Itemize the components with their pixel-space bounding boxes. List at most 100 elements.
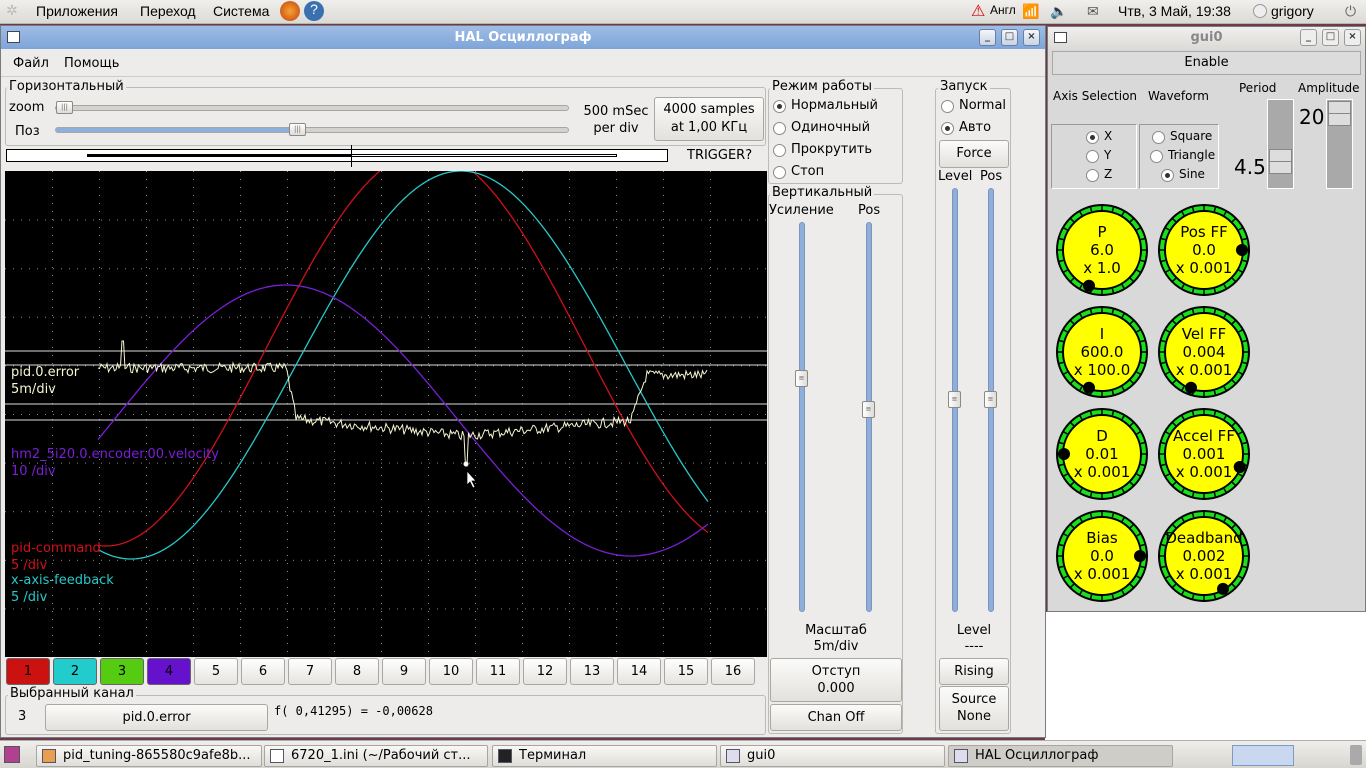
scope-display[interactable] [5,171,767,657]
window-menu-icon[interactable] [7,31,20,43]
channel-button-15[interactable]: 15 [664,658,708,685]
user-name[interactable]: grigory [1271,3,1314,19]
enable-button[interactable]: Enable [1052,51,1361,75]
zoom-slider[interactable]: ||| [55,101,569,114]
grid-dot [213,511,214,513]
knob-i[interactable]: I 600.0 x 100.0 [1055,305,1149,399]
maximize-button[interactable]: □ [1322,29,1339,46]
warning-icon[interactable]: ⚠ [971,1,985,21]
grid-dot [428,475,429,476]
firefox-icon[interactable] [280,1,300,21]
grid-dot [653,462,654,464]
minimize-button[interactable]: _ [979,29,996,46]
keyboard-layout[interactable]: Англ [990,3,1016,17]
power-icon[interactable]: ⏻ [1345,3,1356,20]
run-normal-radio[interactable]: Normal [939,98,1006,113]
menu-places[interactable]: Переход [140,3,196,19]
channel-button-5[interactable]: 5 [194,658,238,685]
workspace-switcher[interactable] [1232,745,1294,766]
channel-button-11[interactable]: 11 [476,658,520,685]
close-button[interactable]: × [1344,29,1361,46]
run-auto-radio[interactable]: Авто [939,120,991,135]
channel-button-12[interactable]: 12 [523,658,567,685]
mail-icon[interactable]: ✉ [1087,3,1099,20]
grid-dot [389,462,390,464]
channel-button-2[interactable]: 2 [53,658,97,685]
waveform-square-radio[interactable]: Square [1150,129,1212,144]
help-icon[interactable]: ? [304,1,324,21]
grid-dot [616,475,617,476]
trigger-source-button[interactable]: Source None [939,686,1009,731]
channel-button-8[interactable]: 8 [335,658,379,685]
close-button[interactable]: × [1023,29,1040,46]
channel-button-1[interactable]: 1 [6,658,50,685]
trash-icon[interactable] [1350,745,1362,765]
chan-off-button[interactable]: Chan Off [770,704,902,731]
knob-accel-ff[interactable]: Accel FF 0.001 x 0.001 [1157,407,1251,501]
mode-roll-radio[interactable]: Прокрутить [771,142,872,157]
axis-z-radio[interactable]: Z [1084,167,1112,182]
task-hal-scope[interactable]: HAL Осциллограф [948,745,1173,767]
channel-button-14[interactable]: 14 [617,658,661,685]
grid-dot [629,462,630,464]
menu-help[interactable]: Помощь [64,56,119,71]
channel-button-9[interactable]: 9 [382,658,426,685]
channel-button-4[interactable]: 4 [147,658,191,685]
grid-dot [557,608,558,610]
mode-single-radio[interactable]: Одиночный [771,120,870,135]
knob-d[interactable]: D 0.01 x 0.001 [1055,407,1149,501]
menu-system[interactable]: Система [213,3,269,19]
axis-x-radio[interactable]: X [1084,129,1112,144]
knob-p[interactable]: P 6.0 x 1.0 [1055,203,1149,297]
knob-vel-ff[interactable]: Vel FF 0.004 x 0.001 [1157,305,1251,399]
task-gui0[interactable]: gui0 [720,745,945,767]
rising-button[interactable]: Rising [939,658,1009,685]
amplitude-slider[interactable] [1326,99,1353,189]
grid-dot [277,462,278,464]
samples-button[interactable]: 4000 samples at 1,00 КГц [654,97,764,141]
grid-dot [193,395,194,396]
channel-button-3[interactable]: 3 [100,658,144,685]
clock[interactable]: Чтв, 3 Май, 19:38 [1118,3,1231,19]
task-terminal[interactable]: Терминал [492,745,717,767]
offset-button[interactable]: Отступ 0.000 [770,658,902,702]
channel-button-16[interactable]: 16 [711,658,755,685]
network-icon[interactable]: 📶 [1022,3,1039,20]
menu-file[interactable]: Файл [13,56,49,71]
grid-dot [101,414,102,415]
waveform-sine-radio[interactable]: Sine [1159,167,1205,182]
trigger-pos-slider[interactable]: ≡ [984,188,997,612]
knob-pos-ff[interactable]: Pos FF 0.0 x 0.001 [1157,203,1251,297]
vertical-pos-slider[interactable]: ≡ [862,222,875,612]
force-button[interactable]: Force [939,140,1009,168]
grid-dot [193,587,194,588]
task-pid-tuning[interactable]: pid_tuning-865580c9afe8b... [36,745,262,767]
mode-stop-radio[interactable]: Стоп [771,164,824,179]
grid-dot [173,608,174,610]
task-ini-editor[interactable]: 6720_1.ini (~/Рабочий ст... [264,745,488,767]
mode-normal-radio[interactable]: Нормальный [771,98,878,113]
volume-icon[interactable]: 🔈 [1050,3,1067,20]
grid-dot [77,268,78,270]
channel-source-button[interactable]: pid.0.error [45,704,268,731]
channel-button-13[interactable]: 13 [570,658,614,685]
menu-applications[interactable]: Приложения [36,3,118,19]
channel-button-7[interactable]: 7 [288,658,332,685]
grid-dot [522,379,523,380]
knob-bias[interactable]: Bias 0.0 x 0.001 [1055,509,1149,603]
maximize-button[interactable]: □ [1001,29,1018,46]
gain-slider[interactable]: ≡ [795,222,808,612]
minimize-button[interactable]: _ [1300,29,1317,46]
period-slider[interactable] [1267,99,1294,189]
channel-button-10[interactable]: 10 [429,658,473,685]
trigger-level-slider[interactable]: ≡ [948,188,961,612]
grid-dot [381,315,382,316]
grid-dot [741,316,742,318]
window-menu-icon[interactable] [1054,32,1067,43]
axis-y-radio[interactable]: Y [1084,148,1111,163]
waveform-triangle-radio[interactable]: Triangle [1148,148,1215,163]
knob-deadband[interactable]: Deadband 0.002 x 0.001 [1157,509,1251,603]
show-desktop-icon[interactable] [4,746,20,763]
channel-button-6[interactable]: 6 [241,658,285,685]
pos-slider[interactable]: ||| [55,123,569,136]
